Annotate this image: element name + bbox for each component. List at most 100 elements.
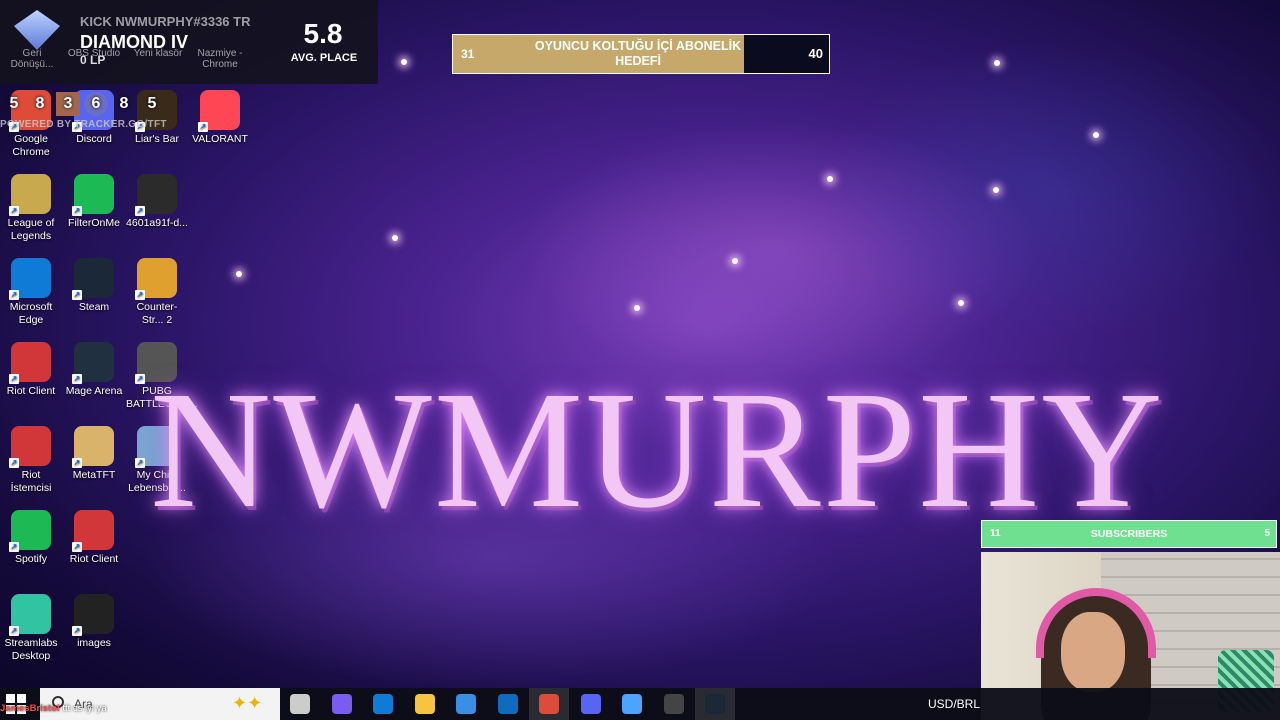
shortcut-arrow-icon: ↗ xyxy=(135,458,145,468)
avg-place-label: AVG. PLACE xyxy=(290,52,358,64)
taskbar: Ara ✦✦ USD/BRL xyxy=(0,688,1280,720)
desktop-icon-image-file[interactable]: ↗ 4601a91f-d... xyxy=(126,174,188,230)
star xyxy=(236,271,242,277)
sub-goal-title: OYUNCU KOLTUĞU İÇİ ABONELİK HEDEFİ xyxy=(534,39,742,68)
placement: 5 xyxy=(9,95,19,112)
desktop-icon-label: Discord xyxy=(76,133,112,145)
desktop-icon-label: League of Legends xyxy=(7,217,55,242)
taskbar-edge-button[interactable] xyxy=(363,688,403,720)
windows-logo-icon xyxy=(6,694,15,703)
stream-title-logo: NWMURPHY xyxy=(150,357,1165,543)
edge-icon: ↗ xyxy=(9,258,51,300)
desktop-icon-label: Liar's Bar xyxy=(134,133,180,145)
metatft-icon: ↗ xyxy=(72,426,114,468)
avg-place-value: 5.8 xyxy=(303,18,343,49)
app-icon xyxy=(622,694,642,714)
taskbar-steam-button[interactable] xyxy=(695,688,735,720)
valorant-icon: ↗ xyxy=(198,90,240,132)
desktop-icon-folder-image[interactable]: ↗ images xyxy=(63,594,125,650)
desktop-icon-riot[interactable]: ↗ Riot Client xyxy=(63,510,125,566)
shortcut-arrow-icon: ↗ xyxy=(9,290,19,300)
recent-placements: 5 8 3 6 8 5 xyxy=(0,90,190,120)
desktop-icon-cs2[interactable]: ↗ Counter-Str... 2 xyxy=(126,258,188,327)
windows-logo-icon xyxy=(17,694,26,703)
taskbar-outlook-button[interactable] xyxy=(488,688,528,720)
desktop-icon-metatft[interactable]: ↗ MetaTFT xyxy=(63,426,125,482)
shortcut-arrow-icon: ↗ xyxy=(72,290,82,300)
desktop-icon-label: VALORANT xyxy=(192,133,248,145)
taskbar-app-button[interactable] xyxy=(612,688,652,720)
desktop-icon-edge[interactable]: ↗ Microsoft Edge xyxy=(0,258,62,327)
store-icon xyxy=(456,694,476,714)
shortcut-arrow-icon: ↗ xyxy=(72,626,82,636)
search-highlight-icon: ✦✦ xyxy=(232,693,263,713)
shortcut-arrow-icon: ↗ xyxy=(72,458,82,468)
tft-rank-overlay: Geri Dönüşü... OBS Studio Yeni klasör Na… xyxy=(0,0,378,84)
shortcut-arrow-icon: ↗ xyxy=(198,122,208,132)
task-view-icon xyxy=(290,694,310,714)
edge-icon xyxy=(373,694,393,714)
desktop-icon-label: MetaTFT xyxy=(72,469,116,481)
chat-message: tft cs iyi ya xyxy=(62,703,107,714)
desktop-icon-label: Microsoft Edge xyxy=(9,301,53,326)
star xyxy=(827,176,833,182)
taskbar-discord-button[interactable] xyxy=(571,688,611,720)
taskbar-file-explorer-button[interactable] xyxy=(405,688,445,720)
riot-icon: ↗ xyxy=(72,510,114,552)
streamlabs-icon: ↗ xyxy=(9,594,51,636)
desktop-icon-steam[interactable]: ↗ Steam xyxy=(63,258,125,314)
taskbar-obs-button[interactable] xyxy=(654,688,694,720)
taskbar-task-view-button[interactable] xyxy=(280,688,320,720)
desktop-icon-riot[interactable]: ↗ Riot Client xyxy=(0,342,62,398)
rank-tier: DIAMOND IV xyxy=(80,32,188,52)
file-explorer-icon xyxy=(414,694,435,714)
riot-icon: ↗ xyxy=(9,426,51,468)
mage-arena-icon: ↗ xyxy=(72,342,114,384)
steam-icon: ↗ xyxy=(72,258,114,300)
desktop-icon-label: Streamlabs Desktop xyxy=(4,637,58,662)
league-icon: ↗ xyxy=(9,174,51,216)
shortcut-arrow-icon: ↗ xyxy=(72,374,82,384)
desktop-icon-label: images xyxy=(77,637,111,649)
taskbar-chrome-button[interactable] xyxy=(529,688,569,720)
taskbar-copilot-button[interactable] xyxy=(322,688,362,720)
taskbar-store-button[interactable] xyxy=(446,688,486,720)
shortcut-arrow-icon: ↗ xyxy=(9,542,19,552)
sub-goal-bar: 31 OYUNCU KOLTUĞU İÇİ ABONELİK HEDEFİ 40 xyxy=(452,34,830,74)
desktop-icon-filteronme[interactable]: ↗ FilterOnMe xyxy=(63,174,125,230)
shortcut-arrow-icon: ↗ xyxy=(9,374,19,384)
outlook-icon xyxy=(497,694,518,714)
nebula-glow xyxy=(820,40,1280,340)
chat-overlay: JamesBristol tft cs iyi ya xyxy=(0,703,107,714)
desktop-icon-label: Counter-Str... 2 xyxy=(136,301,178,326)
star xyxy=(1093,132,1099,138)
placement: 5 xyxy=(147,95,157,112)
ghost-desktop-label: Nazmiye - Chrome xyxy=(197,48,243,70)
desktop-icon-riot[interactable]: ↗ Riot İstemcisi xyxy=(0,426,62,495)
desktop-icon-league[interactable]: ↗ League of Legends xyxy=(0,174,62,243)
desktop-icon-spotify[interactable]: ↗ Spotify xyxy=(0,510,62,566)
discord-icon xyxy=(580,694,601,714)
summoner-name: KICK NWMURPHY#3336 TR xyxy=(80,14,251,29)
shortcut-arrow-icon: ↗ xyxy=(9,458,19,468)
star xyxy=(994,60,1000,66)
shortcut-arrow-icon: ↗ xyxy=(72,206,82,216)
star xyxy=(392,235,398,241)
desktop-icon-label: Riot Client xyxy=(6,385,56,397)
desktop-icon-valorant[interactable]: ↗ VALORANT xyxy=(189,90,251,146)
rank-lp: 0 LP xyxy=(80,53,106,67)
diamond-rank-emblem-icon xyxy=(14,10,60,50)
desktop-icon-label: Mage Arena xyxy=(65,385,123,397)
placement: 8 xyxy=(119,95,129,112)
star xyxy=(634,305,640,311)
filteronme-icon: ↗ xyxy=(72,174,114,216)
placement: 6 xyxy=(84,92,108,116)
star xyxy=(401,59,407,65)
desktop-icon-mage-arena[interactable]: ↗ Mage Arena xyxy=(63,342,125,398)
obs-icon xyxy=(663,694,684,714)
desktop-icon-label: Spotify xyxy=(14,553,48,565)
desktop-icon-label: Riot İstemcisi xyxy=(10,469,52,494)
riot-icon: ↗ xyxy=(9,342,51,384)
tray-currency-widget[interactable]: USD/BRL xyxy=(928,697,980,711)
desktop-icon-streamlabs[interactable]: ↗ Streamlabs Desktop xyxy=(0,594,62,663)
